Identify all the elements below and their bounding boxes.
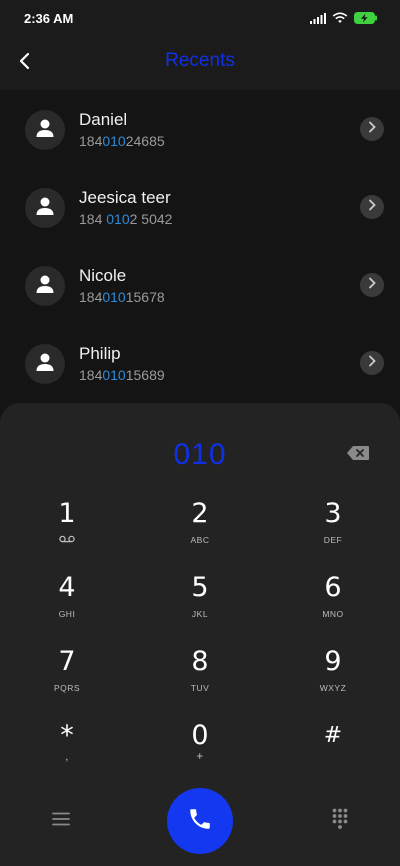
call-button[interactable]: [167, 788, 233, 854]
key-digit: 8: [191, 646, 209, 677]
avatar: [25, 344, 65, 384]
person-icon: [35, 196, 55, 221]
key-letters: DEF: [323, 535, 343, 545]
key-digit: 1: [58, 498, 76, 529]
chevron-right-icon: [368, 354, 376, 372]
dialpad-panel: 010 1 2 ABC 3 DEF 4 GHI 5 JKL 6 MNO 7 PQ…: [0, 403, 400, 866]
status-icons: [310, 11, 378, 29]
key-digit: 9: [324, 646, 342, 677]
key-digit: *: [60, 720, 74, 751]
phone-icon: [187, 806, 213, 837]
status-bar: 2:36 AM: [0, 0, 400, 36]
key-letters: MNO: [322, 609, 344, 619]
contact-details-button[interactable]: [360, 273, 384, 297]
battery-charging-icon: [354, 11, 378, 29]
chevron-right-icon: [368, 276, 376, 294]
contact-number: 18401015678: [79, 289, 165, 305]
key-letters: GHI: [58, 609, 76, 619]
person-icon: [35, 118, 55, 143]
contact-name: Jeesica teer: [79, 188, 171, 207]
wifi-icon: [332, 11, 348, 29]
contact-name: Daniel: [79, 110, 128, 129]
signal-icon: [310, 11, 326, 29]
dial-key-9[interactable]: 9 WXYZ: [278, 647, 388, 709]
menu-button[interactable]: [48, 808, 74, 834]
contact-row[interactable]: Nicole 18401015678: [0, 246, 400, 324]
contact-number: 18401015689: [79, 367, 165, 383]
key-letters: PQRS: [53, 683, 81, 693]
key-letters: ABC: [190, 535, 210, 545]
backspace-button[interactable]: [346, 445, 372, 463]
status-time: 2:36 AM: [24, 11, 74, 26]
contact-number: 184 0102 5042: [79, 211, 173, 227]
app-header: Recents: [0, 36, 400, 90]
chevron-right-icon: [368, 120, 376, 138]
backspace-icon: [346, 446, 370, 465]
voicemail-icon: [59, 535, 75, 546]
person-icon: [35, 274, 55, 299]
contact-row[interactable]: Philip 18401015689: [0, 324, 400, 402]
contact-list: Daniel 18401024685 Jeesica teer 184 0102…: [0, 90, 400, 402]
contact-name: Nicole: [79, 266, 127, 285]
dial-key-star[interactable]: * ,: [12, 721, 122, 783]
dial-key-3[interactable]: 3 DEF: [278, 499, 388, 561]
key-digit: #: [323, 723, 343, 748]
dial-key-2[interactable]: 2 ABC: [145, 499, 255, 561]
contact-number: 18401024685: [79, 133, 165, 149]
key-letters: +: [196, 749, 204, 763]
dial-key-8[interactable]: 8 TUV: [145, 647, 255, 709]
key-digit: 6: [324, 572, 342, 603]
key-digit: 3: [324, 498, 342, 529]
key-digit: 2: [191, 498, 209, 529]
dial-key-7[interactable]: 7 PQRS: [12, 647, 122, 709]
contact-details-button[interactable]: [360, 117, 384, 141]
dialpad-grid-icon: [332, 808, 348, 835]
chevron-right-icon: [368, 198, 376, 216]
page-title: Recents: [165, 50, 235, 71]
dial-key-6[interactable]: 6 MNO: [278, 573, 388, 635]
key-digit: 0: [191, 720, 209, 751]
dialed-number-input[interactable]: 010: [0, 438, 400, 472]
key-digit: 4: [58, 572, 76, 603]
key-letters: ,: [65, 749, 69, 763]
key-letters: JKL: [191, 609, 209, 619]
dial-key-0[interactable]: 0 +: [145, 721, 255, 783]
key-digit: 7: [58, 646, 76, 677]
avatar: [25, 266, 65, 306]
contact-details-button[interactable]: [360, 351, 384, 375]
key-letters: WXYZ: [319, 683, 347, 693]
key-letters: TUV: [190, 683, 210, 693]
person-icon: [35, 352, 55, 377]
contact-details-button[interactable]: [360, 195, 384, 219]
dialpad-toggle-button[interactable]: [327, 808, 353, 834]
dial-key-4[interactable]: 4 GHI: [12, 573, 122, 635]
contact-name: Philip: [79, 344, 121, 363]
key-digit: 5: [191, 572, 209, 603]
menu-icon: [52, 812, 70, 831]
dial-key-5[interactable]: 5 JKL: [145, 573, 255, 635]
contact-row[interactable]: Daniel 18401024685: [0, 90, 400, 168]
avatar: [25, 110, 65, 150]
dial-key-hash[interactable]: #: [278, 721, 388, 783]
dial-key-1[interactable]: 1: [12, 499, 122, 561]
contact-row[interactable]: Jeesica teer 184 0102 5042: [0, 168, 400, 246]
avatar: [25, 188, 65, 228]
